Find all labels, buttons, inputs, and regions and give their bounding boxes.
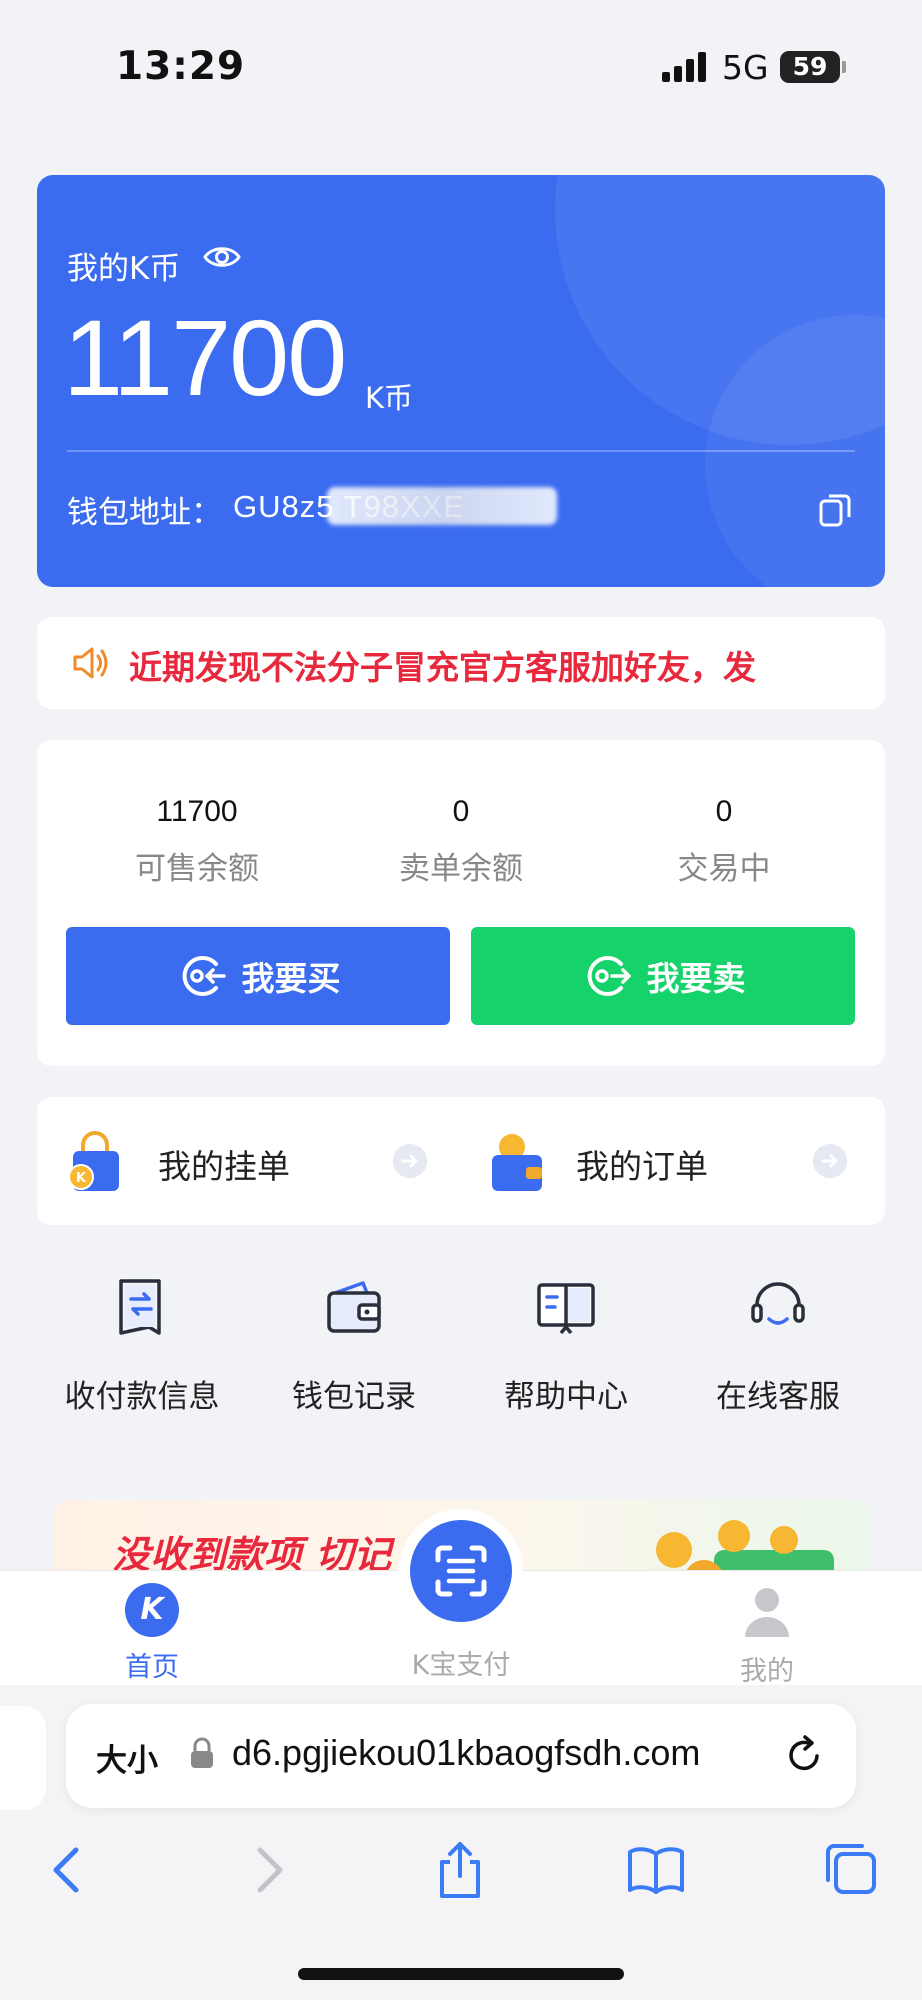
notice-text: 近期发现不法分子冒充官方客服加好友，发: [129, 648, 756, 687]
home-indicator: [298, 1968, 624, 1980]
wallet-card: 我的K币 11700 K币 钱包地址： GU8z5 T98XXE: [37, 175, 885, 587]
stat-value: 0: [452, 795, 470, 828]
text-size-button[interactable]: 大小: [96, 1735, 158, 1780]
scan-pay-button[interactable]: [410, 1520, 512, 1622]
address-label: 钱包地址：: [67, 495, 222, 531]
headset-icon: [751, 1282, 805, 1325]
stat-sell-orders: 0 卖单余额: [346, 795, 576, 888]
url-text[interactable]: d6.pgjiekou01kbaogfsdh.com: [232, 1732, 700, 1774]
address-redaction: [327, 487, 557, 525]
notice-bar[interactable]: 近期发现不法分子冒充官方客服加好友，发: [37, 617, 885, 709]
stat-trading: 0 交易中: [609, 795, 839, 888]
wallet-label: 我的K币: [67, 251, 181, 287]
my-listings-label: 我的挂单: [158, 1147, 290, 1186]
menu-label: 在线客服: [716, 1379, 840, 1415]
card-divider: [67, 450, 855, 452]
eye-icon[interactable]: [202, 241, 242, 273]
menu-label: 钱包记录: [292, 1379, 416, 1415]
orders-row: K 我的挂单 我的订单: [37, 1097, 885, 1225]
tab-me[interactable]: 我的: [677, 1571, 857, 1688]
wallet-record-icon: [327, 1281, 381, 1333]
cellular-signal-icon: [662, 52, 706, 82]
tab-label: 我的: [740, 1656, 794, 1687]
sell-label: 我要卖: [646, 959, 746, 998]
wallet-balance: 11700: [63, 297, 347, 418]
tab-pay[interactable]: K宝支付: [371, 1643, 551, 1682]
menu-online-service[interactable]: 在线客服: [678, 1275, 878, 1416]
back-icon[interactable]: [38, 1840, 98, 1900]
tab-label: K宝支付: [411, 1650, 511, 1681]
tab-home[interactable]: K 首页: [62, 1571, 242, 1684]
sell-icon: [587, 956, 631, 996]
stat-available: 11700 可售余额: [82, 795, 312, 888]
reload-icon[interactable]: [784, 1734, 826, 1776]
lock-icon: [191, 1737, 213, 1768]
wallet-coin-icon: [492, 1134, 542, 1191]
stat-label: 交易中: [677, 851, 771, 887]
sell-button[interactable]: 我要卖: [471, 927, 855, 1025]
stat-value: 11700: [156, 795, 238, 828]
help-book-icon: [537, 1283, 595, 1335]
user-icon: [745, 1588, 789, 1637]
stat-value: 0: [715, 795, 733, 828]
copy-icon[interactable]: [819, 493, 851, 527]
my-listings[interactable]: K 我的挂单: [37, 1097, 461, 1225]
menu-wallet-record[interactable]: 钱包记录: [254, 1275, 454, 1416]
shopping-bag-icon: K: [68, 1131, 119, 1191]
my-orders-label: 我的订单: [576, 1147, 708, 1186]
menu-label: 帮助中心: [504, 1379, 628, 1415]
buy-label: 我要买: [241, 959, 341, 998]
arrow-right-icon: [813, 1144, 847, 1178]
battery-level: 59: [780, 51, 840, 83]
status-time: 13:29: [116, 44, 246, 89]
buy-icon: [182, 956, 226, 996]
stat-label: 卖单余额: [399, 851, 523, 887]
address-bar[interactable]: 大小 d6.pgjiekou01kbaogfsdh.com: [66, 1704, 856, 1808]
forward-icon[interactable]: [238, 1840, 298, 1900]
balance-unit: K币: [365, 381, 414, 415]
buy-button[interactable]: 我要买: [66, 927, 450, 1025]
payment-info-icon: [119, 1279, 161, 1335]
tab-label: 首页: [125, 1652, 179, 1683]
home-k-icon: K: [125, 1583, 179, 1637]
arrow-right-icon: [393, 1144, 427, 1178]
menu-help-center[interactable]: 帮助中心: [466, 1275, 666, 1416]
menu-label: 收付款信息: [64, 1379, 220, 1415]
svg-text:K: K: [76, 1171, 87, 1186]
my-orders[interactable]: 我的订单: [461, 1097, 885, 1225]
stat-label: 可售余额: [135, 851, 259, 887]
speaker-icon: [73, 647, 108, 679]
previous-tab-preview[interactable]: [0, 1706, 46, 1810]
network-type: 5G: [722, 48, 769, 87]
scan-icon: [435, 1545, 487, 1597]
tabs-icon[interactable]: [822, 1840, 882, 1900]
bookmarks-icon[interactable]: [626, 1840, 686, 1900]
battery-tip: [842, 61, 846, 73]
balance-panel: 11700 可售余额 0 卖单余额 0 交易中 我要买 我要卖: [37, 740, 885, 1066]
share-icon[interactable]: [430, 1840, 490, 1900]
menu-payment-info[interactable]: 收付款信息: [42, 1275, 242, 1416]
